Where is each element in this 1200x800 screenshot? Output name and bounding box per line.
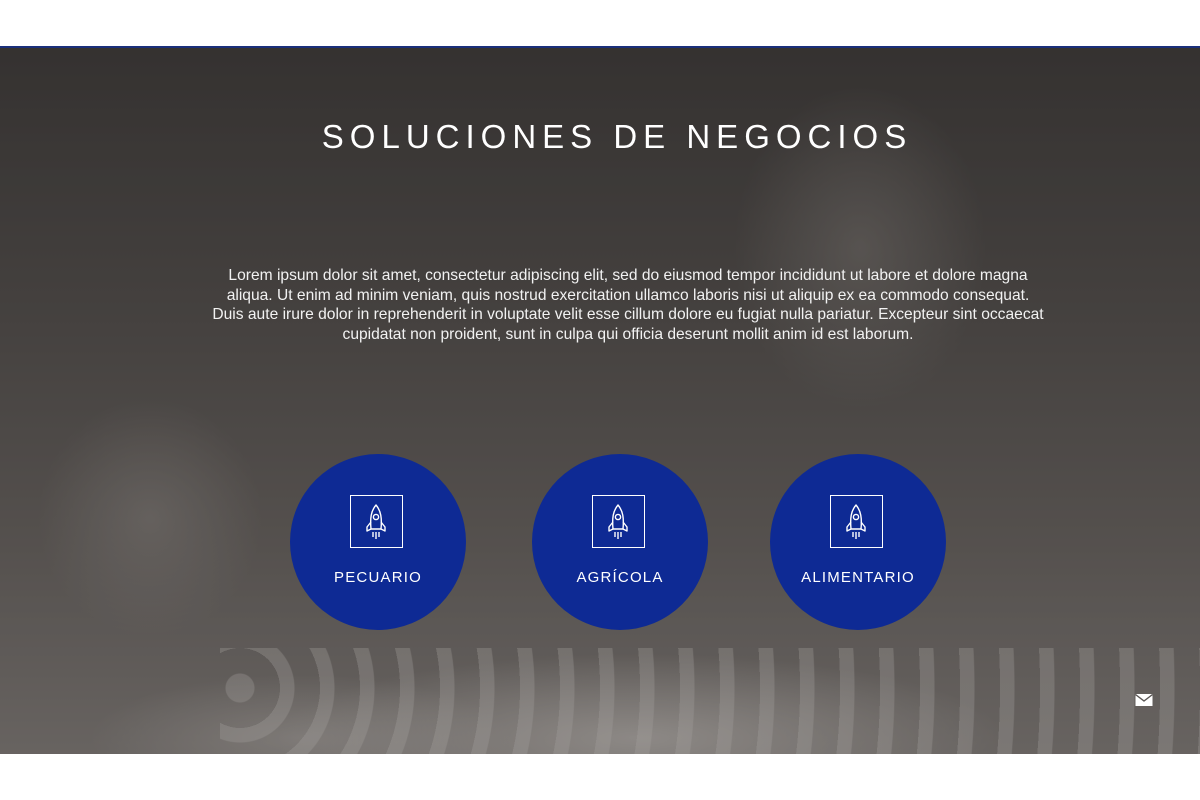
section-title: SOLUCIONES DE NEGOCIOS — [321, 118, 913, 155]
section-description: Lorem ipsum dolor sit amet, consectetur … — [212, 267, 1044, 343]
solution-label: AGRÍCOLA — [576, 569, 664, 586]
rocket-icon — [830, 495, 883, 548]
hero-section: SOLUCIONES DE NEGOCIOS Lorem ipsum dolor… — [0, 48, 1200, 754]
rocket-icon — [350, 495, 403, 548]
solution-alimentario-button[interactable]: ALIMENTARIO — [770, 454, 946, 630]
mail-icon[interactable] — [1135, 693, 1153, 707]
page: SOLUCIONES DE NEGOCIOS Lorem ipsum dolor… — [0, 0, 1200, 800]
solution-agricola-button[interactable]: AGRÍCOLA — [532, 454, 708, 630]
top-bar — [0, 0, 1200, 46]
rocket-icon — [592, 495, 645, 548]
solution-pecuario-button[interactable]: PECUARIO — [290, 454, 466, 630]
solution-label: PECUARIO — [334, 569, 422, 586]
solution-label: ALIMENTARIO — [801, 569, 915, 586]
